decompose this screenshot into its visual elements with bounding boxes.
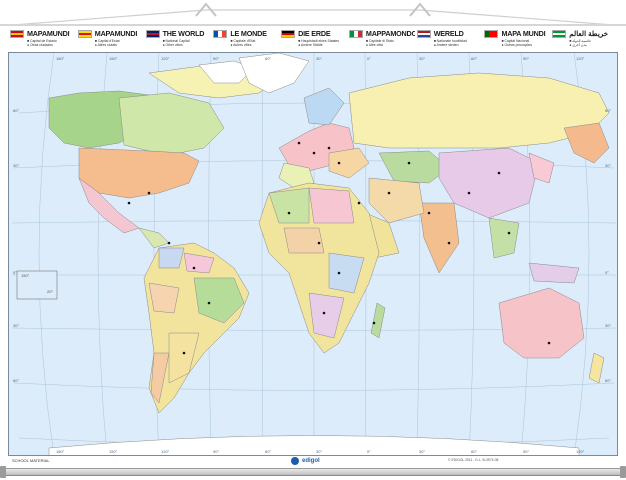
- longitude-label: 180°: [56, 56, 65, 61]
- legend-line: ● مدن أخرى: [569, 43, 587, 48]
- longitude-label: 0°: [367, 449, 371, 454]
- longitude-labels: 180° 150° 120° 90° 60° 30° 0° 30° 60° 90° 120°: [56, 56, 585, 61]
- legend-item: THE WORLD ■ National Capital ● Other citie…: [144, 28, 212, 50]
- latitude-label: 0°: [605, 270, 609, 275]
- legend-title: MAPA MUNDI: [501, 29, 546, 38]
- world-map: 150° 20° 180° 150° 120° 90° 60° 30° 0° 30° 60° 90…: [8, 52, 618, 456]
- legend-item: MAPAMUNDI ■ Capital de Estado ● Otras ciud…: [8, 28, 76, 50]
- flag-icon: [484, 29, 499, 38]
- legend-title: خريطة العالم: [569, 29, 609, 38]
- flag-icon: [77, 29, 92, 38]
- legend-title: MAPPAMONDO: [365, 29, 415, 38]
- longitude-label: 60°: [265, 449, 271, 454]
- north-america: [48, 60, 280, 249]
- legend-item: LE MONDE ■ Capitale d'Etat ● Autres villes: [211, 28, 279, 50]
- legend-item: DIE ERDE ■ Hauptstadt eines Staates ● Ande…: [279, 28, 347, 50]
- longitude-label: 150°: [109, 449, 118, 454]
- latitude-label: 0°: [13, 270, 17, 275]
- longitude-label: 30°: [316, 449, 322, 454]
- legend-title: WERELD: [433, 29, 464, 38]
- legend-bar: MAPAMUNDI ■ Capital de Estado ● Otras ciud…: [8, 28, 618, 50]
- flag-icon: [552, 29, 567, 38]
- longitude-label: 30°: [316, 56, 322, 61]
- longitude-label: 90°: [523, 449, 529, 454]
- legend-item: MAPA MUNDI ■ Capital Nacional ● Outras pov…: [482, 28, 550, 50]
- latitude-label: 30°: [605, 323, 611, 328]
- longitude-label: 0°: [367, 56, 371, 61]
- bottom-rail: [0, 468, 626, 476]
- australia: [498, 262, 605, 384]
- longitude-label: 90°: [523, 56, 529, 61]
- legend-item: MAPPAMONDO ■ Capitale di Stato ● Altre cit…: [347, 28, 415, 50]
- map-hanger: [0, 2, 626, 26]
- flag-icon: [10, 29, 24, 38]
- legend-line: ● Outras povoações: [501, 43, 532, 48]
- flag-icon: [281, 29, 296, 38]
- svg-text:150°: 150°: [21, 273, 30, 278]
- longitude-label: 60°: [471, 56, 477, 61]
- legend-item: خريطة العالم ■ عاصمة الدولة ● مدن أخرى: [550, 28, 618, 50]
- longitude-label: 120°: [576, 56, 585, 61]
- legend-item: MAPAMUNDI ■ Capital d'Estat ● Altres ciuta…: [76, 28, 144, 50]
- footer-reference: © EDIGOL 2011 - D.L. B-3574-08: [448, 458, 499, 462]
- flag-icon: [416, 29, 431, 38]
- longitude-label: 30°: [419, 449, 425, 454]
- legend-item: WERELD ■ Nationale hoofdstad ● Andere sted…: [415, 28, 483, 50]
- asia: [348, 72, 610, 274]
- legend-title: MAPAMUNDI: [27, 29, 70, 38]
- legend-title: MAPAMUNDI: [94, 29, 138, 38]
- legend-title: LE MONDE: [230, 29, 267, 38]
- latitude-label: 60°: [605, 108, 611, 113]
- legend-line: ● Altres ciutats: [94, 43, 117, 48]
- longitude-label: 180°: [56, 449, 65, 454]
- longitude-label: 150°: [109, 56, 118, 61]
- legend-line: ● Altre città: [365, 43, 383, 48]
- latitude-label: 30°: [13, 323, 19, 328]
- antarctica: [48, 435, 580, 455]
- longitude-label: 60°: [265, 56, 271, 61]
- legend-line: ● Andere Städte: [298, 43, 323, 48]
- latitude-label: 60°: [13, 378, 19, 383]
- rail-cap-left: [0, 466, 6, 478]
- latitude-label: 30°: [13, 163, 19, 168]
- legend-line: ● Other cities: [162, 43, 183, 48]
- legend-title: THE WORLD: [162, 29, 205, 38]
- legend-line: ● Autres villes: [230, 43, 252, 48]
- flag-icon: [145, 29, 160, 38]
- rail-cap-right: [620, 466, 626, 478]
- hawaii-inset: 150° 20°: [16, 270, 58, 300]
- legend-title: DIE ERDE: [298, 29, 331, 38]
- map-footer: SCHOOL MATERIAL edigol © EDIGOL 2011 - D…: [8, 457, 618, 467]
- publisher-name: edigol: [302, 458, 320, 464]
- legend-line: ● Otras ciudades: [27, 43, 53, 48]
- longitude-label: 90°: [213, 56, 219, 61]
- publisher-logo: edigol: [291, 457, 320, 465]
- footer-label: SCHOOL MATERIAL: [12, 458, 50, 463]
- latitude-label: 30°: [605, 163, 611, 168]
- longitude-label: 60°: [471, 449, 477, 454]
- flag-icon: [348, 29, 363, 38]
- latitude-label: 60°: [605, 378, 611, 383]
- longitude-label: 120°: [161, 56, 170, 61]
- svg-text:20°: 20°: [47, 289, 53, 294]
- longitude-label: 120°: [576, 449, 585, 454]
- longitude-label: 90°: [213, 449, 219, 454]
- longitude-label: 30°: [419, 56, 425, 61]
- publisher-logo-icon: [291, 457, 299, 465]
- flag-icon: [213, 29, 228, 38]
- south-america: [143, 242, 250, 414]
- legend-line: ● Andere steden: [433, 43, 459, 48]
- world-map-canvas: 150° 20° 180° 150° 120° 90° 60° 30° 0° 30° 60° 90…: [11, 53, 617, 455]
- latitude-label: 60°: [13, 108, 19, 113]
- longitude-label: 120°: [161, 449, 170, 454]
